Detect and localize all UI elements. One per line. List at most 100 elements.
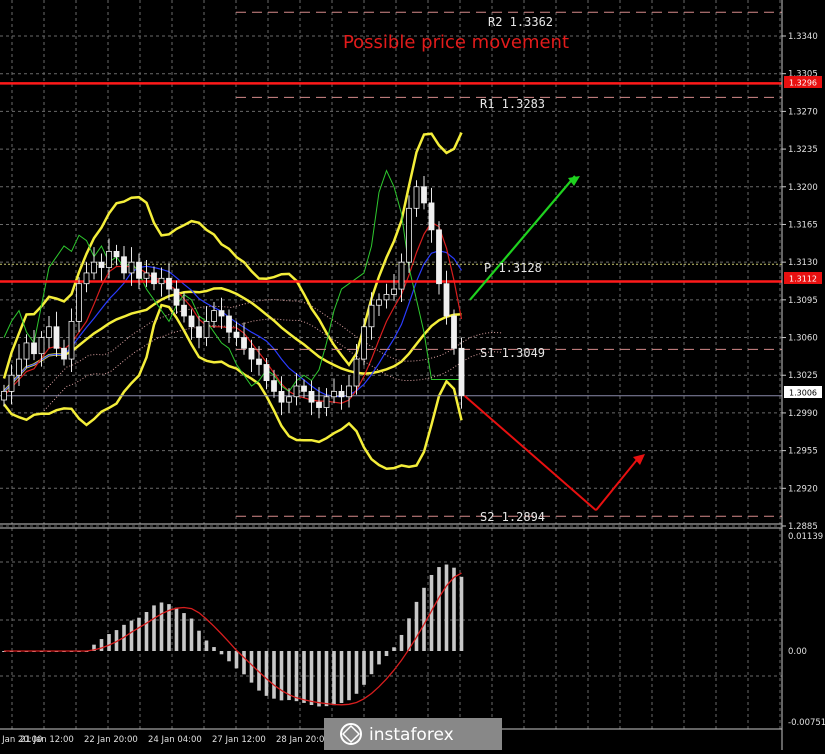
osc-bar: [137, 617, 141, 651]
osc-bar: [159, 602, 164, 651]
candle-body: [218, 310, 225, 317]
candle-body: [61, 347, 67, 360]
level-label-r1: R1 1.3283: [480, 97, 545, 111]
candle-body: [166, 277, 172, 290]
candle-body: [376, 299, 382, 306]
x-tick-label: 22 Jan 20:00: [84, 735, 138, 745]
y-tick-label: 1.2920: [788, 484, 818, 494]
y-tick-label: 1.3025: [788, 371, 818, 381]
osc-bar: [129, 620, 134, 651]
osc-bar: [339, 651, 344, 704]
osc-bar: [107, 634, 111, 651]
candle-body: [83, 272, 90, 285]
candle-body: [451, 315, 457, 349]
osc-bar: [294, 651, 299, 702]
candle-body: [301, 385, 307, 392]
price-tag-1-3112-text: 1.3112: [789, 275, 817, 284]
y-tick-label: 1.3060: [788, 334, 818, 344]
candle-body: [1, 390, 7, 401]
candle-body: [383, 294, 390, 301]
level-label-s2: S2 1.2894: [480, 510, 545, 524]
osc-bar: [384, 651, 389, 657]
y-tick-label: 1.3200: [788, 183, 818, 193]
osc-bar: [459, 576, 464, 651]
candle-body: [91, 261, 97, 274]
osc-bar: [264, 651, 269, 696]
logo-text: instaforex: [369, 725, 454, 745]
osc-bar: [302, 651, 306, 703]
osc-y-tick-label: 0.00: [788, 647, 807, 657]
candle-body: [391, 288, 397, 295]
osc-bar: [324, 651, 329, 707]
candle-body: [113, 250, 120, 258]
y-tick-label: 1.3165: [788, 220, 818, 230]
candle-body: [421, 186, 427, 204]
osc-bar: [152, 605, 156, 651]
candle-body: [76, 283, 82, 322]
candle-body: [428, 202, 435, 231]
x-tick-label: 27 Jan 12:00: [212, 735, 266, 745]
candle-body: [316, 401, 322, 408]
candle-body: [151, 272, 157, 285]
osc-bar: [317, 651, 321, 707]
candle-body: [38, 337, 45, 355]
candle-body: [286, 396, 292, 403]
candle-body: [436, 229, 442, 285]
candle-body: [53, 326, 60, 349]
y-tick-label: 1.3095: [788, 296, 818, 306]
osc-bar: [369, 651, 374, 675]
osc-y-tick-label: 0.01139: [788, 532, 823, 542]
candle-body: [443, 283, 450, 317]
chart-title: Possible price movement: [343, 32, 569, 53]
candle-body: [233, 331, 240, 338]
candle-body: [143, 272, 150, 279]
candle-body: [271, 380, 277, 392]
candle-body: [338, 390, 345, 398]
osc-bar: [174, 607, 179, 651]
candle-body: [248, 347, 255, 360]
candle-body: [16, 358, 22, 376]
candle-body: [406, 207, 412, 263]
osc-bar: [219, 651, 224, 655]
y-tick-label: 1.3340: [788, 32, 818, 42]
osc-bar: [392, 647, 396, 651]
y-tick-label: 1.2990: [788, 409, 818, 419]
osc-bar: [99, 639, 104, 651]
candle-body: [181, 304, 187, 317]
candle-body: [293, 385, 300, 398]
osc-bar: [242, 651, 246, 675]
candle-body: [188, 315, 195, 328]
osc-bar: [279, 651, 284, 701]
candle-body: [278, 390, 285, 403]
candle-body: [241, 337, 247, 349]
level-label-s1: S1 1.3049: [480, 346, 545, 360]
candle-body: [308, 390, 315, 403]
osc-bar: [332, 651, 336, 706]
candle-body: [46, 326, 52, 338]
osc-bar: [422, 587, 426, 651]
osc-bar: [212, 647, 216, 651]
candle-body: [211, 310, 217, 322]
level-label-p: P 1.3128: [484, 261, 542, 275]
candle-body: [323, 396, 330, 408]
chart-area: 1.3340 1.3305 1.3270 1.3235 1.3200 1.3165 1.31…: [0, 0, 825, 750]
candle-body: [256, 358, 262, 365]
candle-body: [413, 186, 420, 209]
osc-bar: [309, 651, 314, 706]
x-tick-label: 21 Jan 12:00: [20, 735, 74, 745]
candle-body: [196, 326, 202, 338]
osc-bar: [227, 651, 231, 662]
candle-body: [203, 320, 210, 338]
candle-body: [128, 261, 135, 274]
osc-bar: [182, 613, 186, 651]
x-tick-label: 28 Jan 20:00: [276, 735, 330, 745]
y-tick-label: 1.3130: [788, 258, 818, 268]
candle-body: [398, 261, 405, 290]
level-label-r2: R2 1.3362: [488, 15, 553, 29]
osc-bar: [204, 640, 209, 651]
y-tick-label: 1.2885: [788, 522, 818, 532]
osc-bar: [437, 567, 441, 651]
candle-body: [331, 390, 337, 398]
candle-body: [121, 256, 127, 274]
y-tick-label: 1.2955: [788, 447, 818, 457]
